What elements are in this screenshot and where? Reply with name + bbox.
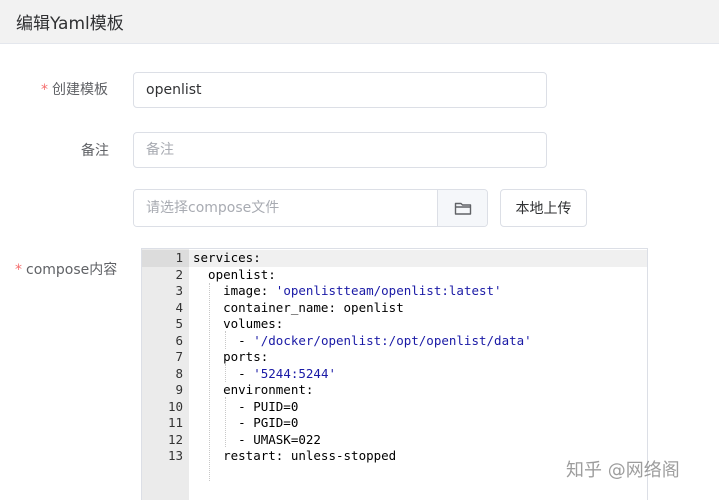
code-token: - <box>193 332 254 348</box>
line-number: 4 <box>175 299 183 315</box>
code-token: volumes: <box>193 316 284 331</box>
code-token: - PGID=0 <box>193 415 299 430</box>
line-number: 12 <box>167 431 183 447</box>
code-line: image: 'openlistteam/openlist:latest' <box>193 283 532 300</box>
line-number: 10 <box>167 398 183 414</box>
remark-label: 备注 <box>81 143 109 159</box>
remark-input[interactable] <box>133 132 547 168</box>
code-token: restart: unless-stopped <box>193 448 397 463</box>
code-line: environment: <box>193 382 532 399</box>
template-name-label: * 创建模板 <box>41 82 108 98</box>
code-line: restart: unless-stopped <box>193 448 532 465</box>
template-name-input[interactable] <box>133 72 547 108</box>
code-token: services: <box>193 250 261 265</box>
browse-folder-button[interactable] <box>437 190 487 226</box>
line-number: 11 <box>167 415 183 430</box>
line-number: 3 <box>175 283 183 298</box>
code-token: container_name: openlist <box>193 299 404 315</box>
code-line: - '/docker/openlist:/opt/openlist/data' <box>193 333 532 350</box>
compose-file-select <box>133 189 488 227</box>
code-line: services: <box>193 250 532 267</box>
code-token: - <box>193 365 254 381</box>
code-token: image: <box>193 283 276 298</box>
line-number: 5 <box>175 316 183 331</box>
line-number: 9 <box>175 382 183 397</box>
page-title: 编辑Yaml模板 <box>16 14 124 34</box>
required-mark: * <box>15 262 22 278</box>
line-number: 8 <box>175 365 183 381</box>
required-mark: * <box>41 82 48 98</box>
page-header: 编辑Yaml模板 <box>0 0 719 44</box>
code-line: ports: <box>193 349 532 366</box>
compose-content-label: * compose内容 <box>15 262 118 278</box>
code-line: container_name: openlist <box>193 300 532 317</box>
code-line: - '5244:5244' <box>193 366 532 383</box>
code-token: environment: <box>193 382 314 397</box>
line-number: 6 <box>175 332 183 348</box>
folder-icon <box>454 202 471 215</box>
local-upload-button[interactable]: 本地上传 <box>500 189 587 227</box>
code-token: openlist: <box>193 266 276 282</box>
compose-file-input[interactable] <box>134 190 438 226</box>
line-numbers: 1 2 3 4 5 6 7 8 9 10 11 12 13 <box>142 250 183 465</box>
code-token: ports: <box>193 349 269 364</box>
line-number: 1 <box>175 250 183 265</box>
string-token: '5244:5244' <box>253 365 337 381</box>
code-content[interactable]: services: openlist: image: 'openlistteam… <box>193 250 532 465</box>
code-token: - PUID=0 <box>193 398 299 414</box>
code-token: - UMASK=022 <box>193 431 321 447</box>
code-line: - PGID=0 <box>193 415 532 432</box>
line-number: 7 <box>175 349 183 364</box>
code-line: - UMASK=022 <box>193 432 532 449</box>
line-number: 13 <box>167 448 183 463</box>
code-line: - PUID=0 <box>193 399 532 416</box>
string-token: '/docker/openlist:/opt/openlist/data' <box>253 332 532 348</box>
watermark: 知乎 @网络阁 <box>566 460 680 481</box>
string-token: 'openlistteam/openlist:latest' <box>275 283 502 298</box>
code-line: openlist: <box>193 267 532 284</box>
line-number: 2 <box>175 266 183 282</box>
code-line: volumes: <box>193 316 532 333</box>
